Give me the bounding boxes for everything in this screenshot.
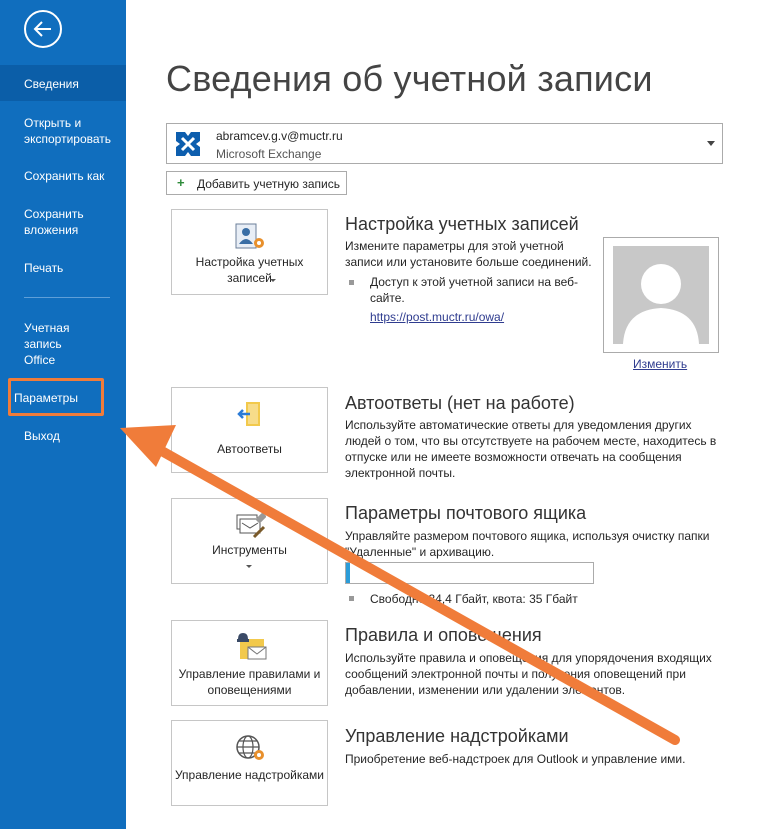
auto-replies-icon [237,402,260,426]
auto-replies-tile-label: Автоответы [217,442,282,456]
account-selector[interactable]: abramcev.g.v@muctr.ru Microsoft Exchange [166,123,723,164]
owa-link[interactable]: https://post.muctr.ru/owa/ [370,309,570,325]
nav-info[interactable]: Сведения [0,65,126,101]
addins-heading: Управление надстройками [345,726,569,746]
back-button[interactable] [24,10,62,48]
person-silhouette-icon [623,264,699,344]
nav-exit[interactable]: Выход [0,428,126,444]
account-settings-icon [235,223,264,249]
account-type: Microsoft Exchange [216,147,322,161]
plus-icon: + [177,175,185,190]
rules-alerts-tile[interactable]: Управление правилами и оповещениями [171,620,328,706]
manage-addins-tile-label: Управление надстройками [174,768,325,782]
back-arrow-icon [33,21,51,37]
page-title: Сведения об учетной записи [166,58,653,99]
account-settings-tile[interactable]: Настройка учетных записей [171,209,328,295]
nav-save-attachments[interactable]: Сохранить вложения [0,206,126,238]
nav-office-account[interactable]: Учетная запись Office [0,320,126,368]
addins-text: Приобретение веб-надстроек для Outlook и… [345,752,686,766]
rules-alerts-tile-label: Управление правилами и оповещениями [178,667,321,697]
nav-save-as[interactable]: Сохранить как [0,168,126,184]
rules-alerts-icon [237,633,267,660]
account-settings-heading: Настройка учетных записей [345,214,579,234]
change-photo-link[interactable]: Изменить [633,356,693,372]
tools-icon [236,512,266,539]
profile-photo [603,237,719,353]
caret-down-icon [246,565,252,568]
caret-down-icon [270,279,276,282]
account-settings-text: Измените параметры для этой учетной запи… [345,239,592,269]
account-email: abramcev.g.v@muctr.ru [216,129,343,143]
auto-replies-heading: Автоответы (нет на работе) [345,393,575,413]
exchange-icon [174,130,202,158]
mailbox-usage-bar [345,562,594,584]
web-access-text: Доступ к этой учетной записи на веб-сайт… [370,275,578,305]
auto-replies-text: Используйте автоматические ответы для ув… [345,418,717,480]
chevron-down-icon[interactable] [707,141,715,146]
nav-divider [24,297,110,298]
mailbox-free-text: Свободно 34,4 Гбайт, квота: 35 Гбайт [370,592,578,606]
globe-gear-icon [236,735,264,760]
auto-replies-tile[interactable]: Автоответы [171,387,328,473]
tools-tile-label: Инструменты [212,543,287,557]
account-settings-tile-label: Настройка учетных записей [195,255,304,285]
mailbox-usage-fill [346,563,351,583]
nav-open-export[interactable]: Открыть и экспортировать [0,115,126,147]
bullet [349,596,354,601]
mailbox-text: Управляйте размером почтового ящика, исп… [345,529,710,559]
backstage-sidebar: Сведения Открыть и экспортировать Сохран… [0,0,126,829]
rules-heading: Правила и оповещения [345,625,542,645]
tools-tile[interactable]: Инструменты [171,498,328,584]
rules-text: Используйте правила и оповещения для упо… [345,651,712,697]
manage-addins-tile[interactable]: Управление надстройками [171,720,328,806]
nav-print[interactable]: Печать [0,260,126,276]
options-highlight-box [8,378,104,416]
bullet [349,280,354,285]
mailbox-heading: Параметры почтового ящика [345,503,587,523]
add-account-button[interactable]: + Добавить учетную запись [166,171,347,195]
